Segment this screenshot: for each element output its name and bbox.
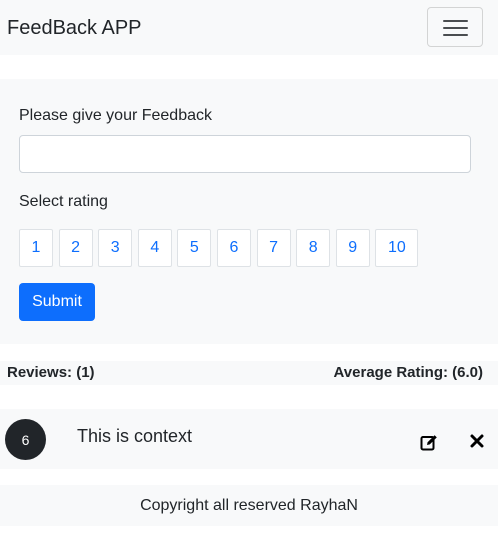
rating-selector: 1 2 3 4 5 6 7 8 9 10	[19, 229, 424, 267]
feedback-label: Please give your Feedback	[19, 107, 212, 124]
navbar-toggler-button[interactable]	[427, 7, 483, 47]
rating-option-2[interactable]: 2	[58, 229, 93, 267]
edit-icon[interactable]	[420, 433, 438, 451]
rating-option-1[interactable]: 1	[19, 229, 53, 267]
review-rating-badge: 6	[5, 419, 46, 460]
review-item: 6 This is context	[0, 409, 498, 469]
rating-option-5[interactable]: 5	[177, 229, 212, 267]
feedback-form: Please give your Feedback Select rating …	[0, 79, 498, 344]
footer: Copyright all reserved RayhaN	[0, 485, 498, 526]
copyright-text: Copyright all reserved RayhaN	[140, 497, 358, 514]
rating-option-9[interactable]: 9	[335, 229, 370, 267]
submit-button[interactable]: Submit	[19, 283, 95, 321]
feedback-input[interactable]	[19, 135, 471, 173]
rating-option-6[interactable]: 6	[216, 229, 251, 267]
rating-option-7[interactable]: 7	[256, 229, 291, 267]
navbar: FeedBack APP	[0, 0, 498, 55]
brand-title[interactable]: FeedBack APP	[7, 15, 142, 41]
close-icon[interactable]	[469, 433, 485, 449]
review-text: This is context	[77, 426, 193, 446]
average-rating: Average Rating: (6.0)	[333, 364, 483, 381]
reviews-count: Reviews: (1)	[7, 364, 95, 381]
rating-option-8[interactable]: 8	[296, 229, 331, 267]
review-stats: Reviews: (1) Average Rating: (6.0)	[0, 361, 498, 385]
rating-option-4[interactable]: 4	[137, 229, 172, 267]
rating-option-3[interactable]: 3	[98, 229, 133, 267]
rating-label: Select rating	[19, 193, 108, 210]
rating-option-10[interactable]: 10	[375, 229, 419, 267]
